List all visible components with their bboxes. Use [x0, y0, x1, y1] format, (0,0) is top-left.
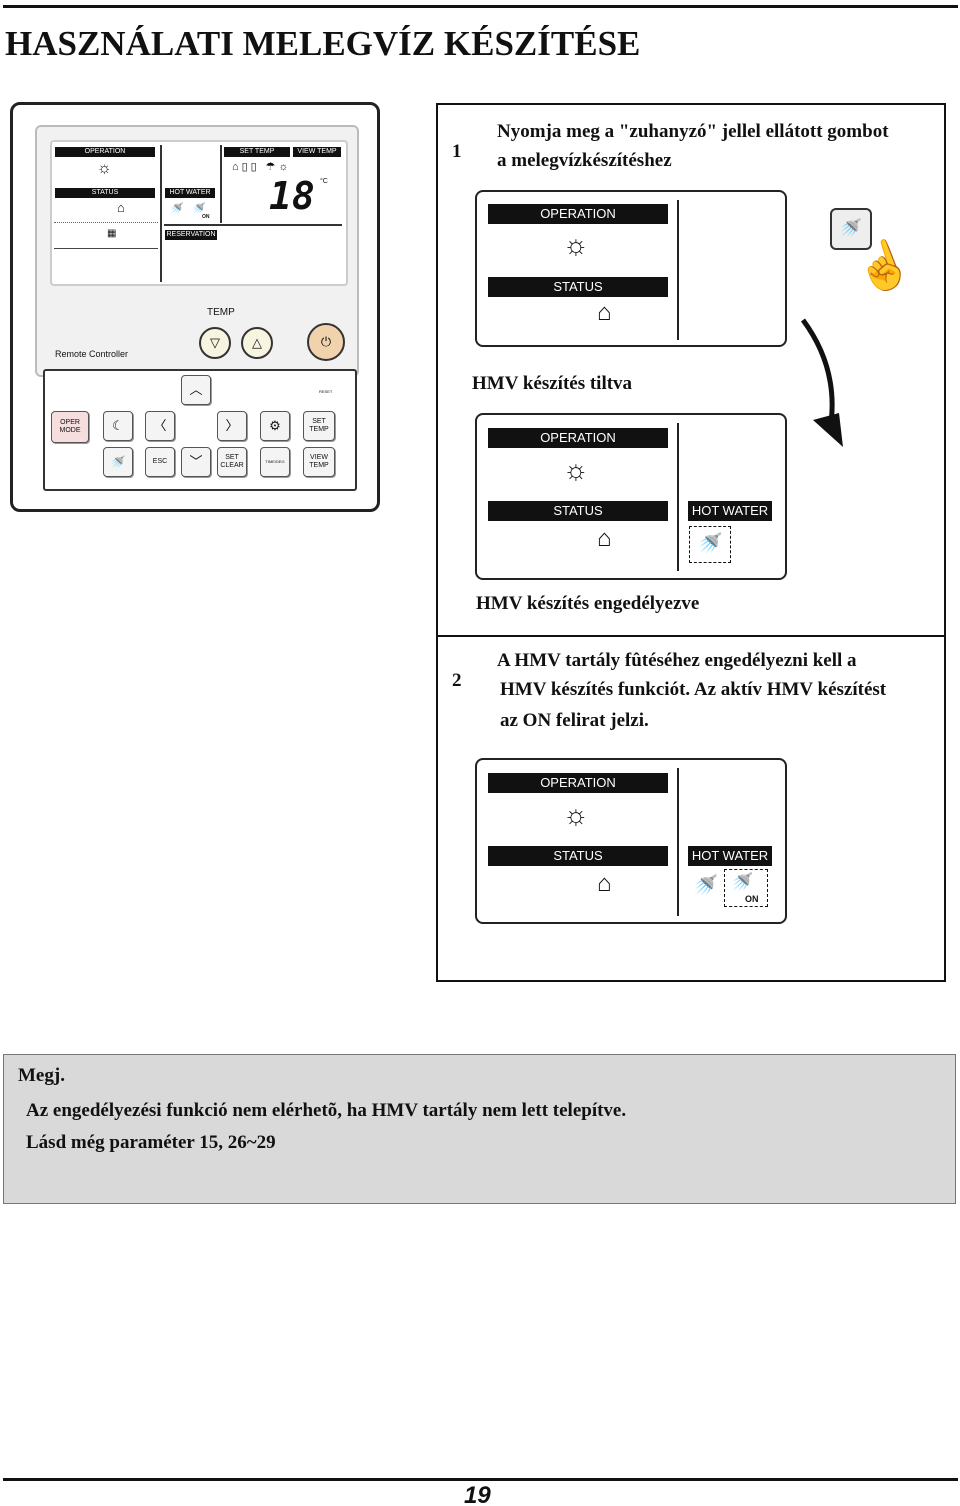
lcd-on-text: ON: [202, 214, 210, 220]
lcd-unit: °C: [320, 178, 328, 185]
caption-enabled: HMV készítés engedélyezve: [476, 593, 700, 614]
hot-water-key[interactable]: 🚿: [103, 447, 133, 477]
step-divider: [436, 635, 946, 637]
bottom-rule: [3, 1478, 958, 1481]
caption-disabled: HMV készítés tiltva: [472, 373, 633, 394]
set-clear-key[interactable]: SET CLEAR: [217, 447, 247, 477]
panel-divider: [677, 768, 679, 916]
house-play-icon: ⌂: [597, 526, 612, 552]
lcd-divider: [164, 224, 342, 226]
sun-icon: ☼: [97, 160, 112, 177]
lcd-screen: OPERATION ☼ STATUS ⌂ ▦ HOT WATER 🚿 🚿 ON …: [50, 140, 348, 286]
operation-label: OPERATION: [488, 428, 668, 448]
lcd-divider: [160, 145, 162, 282]
lcd-status-label: STATUS: [55, 188, 155, 198]
shower-icon: 🚿: [693, 875, 718, 897]
shower-icon: 🚿: [170, 203, 184, 215]
lcd-temperature: 18: [269, 174, 315, 218]
set-temp-key[interactable]: SET TEMP: [303, 411, 335, 441]
lcd-divider: [54, 248, 158, 249]
on-indicator: ON: [745, 894, 759, 904]
remote-controller-label: Remote Controller: [55, 349, 129, 359]
step1-text-line1: Nyomja meg a "zuhanyzó" jellel ellátott …: [497, 121, 889, 142]
right-key[interactable]: 〉: [217, 411, 247, 441]
status-label: STATUS: [488, 501, 668, 521]
hot-water-label: HOT WATER: [688, 846, 772, 866]
sun-icon: ☼: [563, 230, 589, 261]
remote-display-area: OPERATION ☼ STATUS ⌂ ▦ HOT WATER 🚿 🚿 ON …: [35, 125, 359, 377]
house-play-icon: ⌂: [597, 871, 612, 897]
step2-text-line2: HMV készítés funkciót. Az aktív HMV kész…: [500, 679, 887, 700]
remote-controller-illustration: OPERATION ☼ STATUS ⌂ ▦ HOT WATER 🚿 🚿 ON …: [10, 102, 380, 512]
lcd-hot-water-label: HOT WATER: [165, 188, 215, 198]
lcd-reservation-label: RESERVATION: [165, 230, 217, 240]
shower-icon-blinking: 🚿: [689, 526, 731, 563]
display-panel-active: OPERATION ☼ STATUS ⌂ HOT WATER 🚿 🚿 ON: [475, 758, 787, 924]
top-rule: [3, 5, 958, 8]
step1-text-line2: a melegvízkészítéshez: [497, 150, 672, 171]
note-box: Megj. Az engedélyezési funkció nem elérh…: [3, 1054, 956, 1204]
sun-icon: ☼: [563, 455, 589, 486]
temp-down-button[interactable]: ▽: [199, 327, 231, 359]
down-key[interactable]: ﹀: [181, 447, 211, 477]
step2-text-line3: az ON felirat jelzi.: [500, 710, 649, 731]
lcd-divider: [220, 145, 222, 223]
set-clear-line2: CLEAR: [220, 462, 244, 469]
step1-number: 1: [452, 141, 462, 162]
power-button[interactable]: ⏻: [307, 323, 345, 361]
lcd-divider: [54, 222, 158, 223]
timer-key[interactable]: TIME/DEG: [260, 447, 290, 477]
mode-icons: ⌂▯▯ ☂☼: [232, 161, 292, 173]
curved-arrow-icon: [800, 318, 843, 447]
display-panel-disabled: OPERATION ☼ STATUS ⌂: [475, 190, 787, 347]
esc-key[interactable]: ESC: [145, 447, 175, 477]
oper-mode-key[interactable]: OPER MODE: [51, 411, 89, 443]
left-key[interactable]: 〈: [145, 411, 175, 441]
note-title: Megj.: [18, 1065, 65, 1086]
page-number: 19: [464, 1482, 491, 1506]
panel-divider: [677, 200, 679, 340]
note-line1: Az engedélyezési funkció nem elérhetõ, h…: [26, 1100, 627, 1121]
reset-label: RESET: [319, 389, 333, 394]
step2-number: 2: [452, 670, 462, 691]
house-play-icon: ⌂: [597, 300, 612, 326]
temp-label: TEMP: [207, 307, 235, 318]
page-title: HASZNÁLATI MELEGVÍZ KÉSZÍTÉSE: [5, 24, 641, 63]
up-key[interactable]: ︿: [181, 375, 211, 405]
shower-on-icon: 🚿 ON: [724, 869, 768, 907]
hot-water-label: HOT WATER: [688, 501, 772, 521]
panel-divider: [677, 423, 679, 571]
sun-icon: ☼: [563, 800, 589, 831]
sleep-key[interactable]: ☾: [103, 411, 133, 441]
settings-key[interactable]: ⚙: [260, 411, 290, 441]
view-temp-key[interactable]: VIEW TEMP: [303, 447, 335, 477]
manual-page: HASZNÁLATI MELEGVÍZ KÉSZÍTÉSE OPERATION …: [0, 0, 960, 1506]
lcd-set-temp-label: SET TEMP: [224, 147, 290, 157]
set-clear-line1: SET: [225, 454, 239, 461]
lcd-operation-label: OPERATION: [55, 147, 155, 157]
status-label: STATUS: [488, 846, 668, 866]
step2-text-line1: A HMV tartály fûtéséhez engedélyezni kel…: [497, 650, 857, 671]
keypad: RESET OPER MODE ☾ 🚿 ︿ 〈 〉 ⚙ ESC ﹀ SET CLE…: [43, 369, 357, 491]
calendar-icon: ▦: [107, 228, 117, 239]
note-line2: Lásd még paraméter 15, 26~29: [26, 1132, 276, 1153]
temp-up-button[interactable]: △: [241, 327, 273, 359]
house-icon: ⌂: [117, 200, 125, 215]
display-panel-enabled: OPERATION ☼ STATUS ⌂ HOT WATER 🚿: [475, 413, 787, 580]
status-label: STATUS: [488, 277, 668, 297]
operation-label: OPERATION: [488, 204, 668, 224]
lcd-view-temp-label: VIEW TEMP: [293, 147, 341, 157]
operation-label: OPERATION: [488, 773, 668, 793]
